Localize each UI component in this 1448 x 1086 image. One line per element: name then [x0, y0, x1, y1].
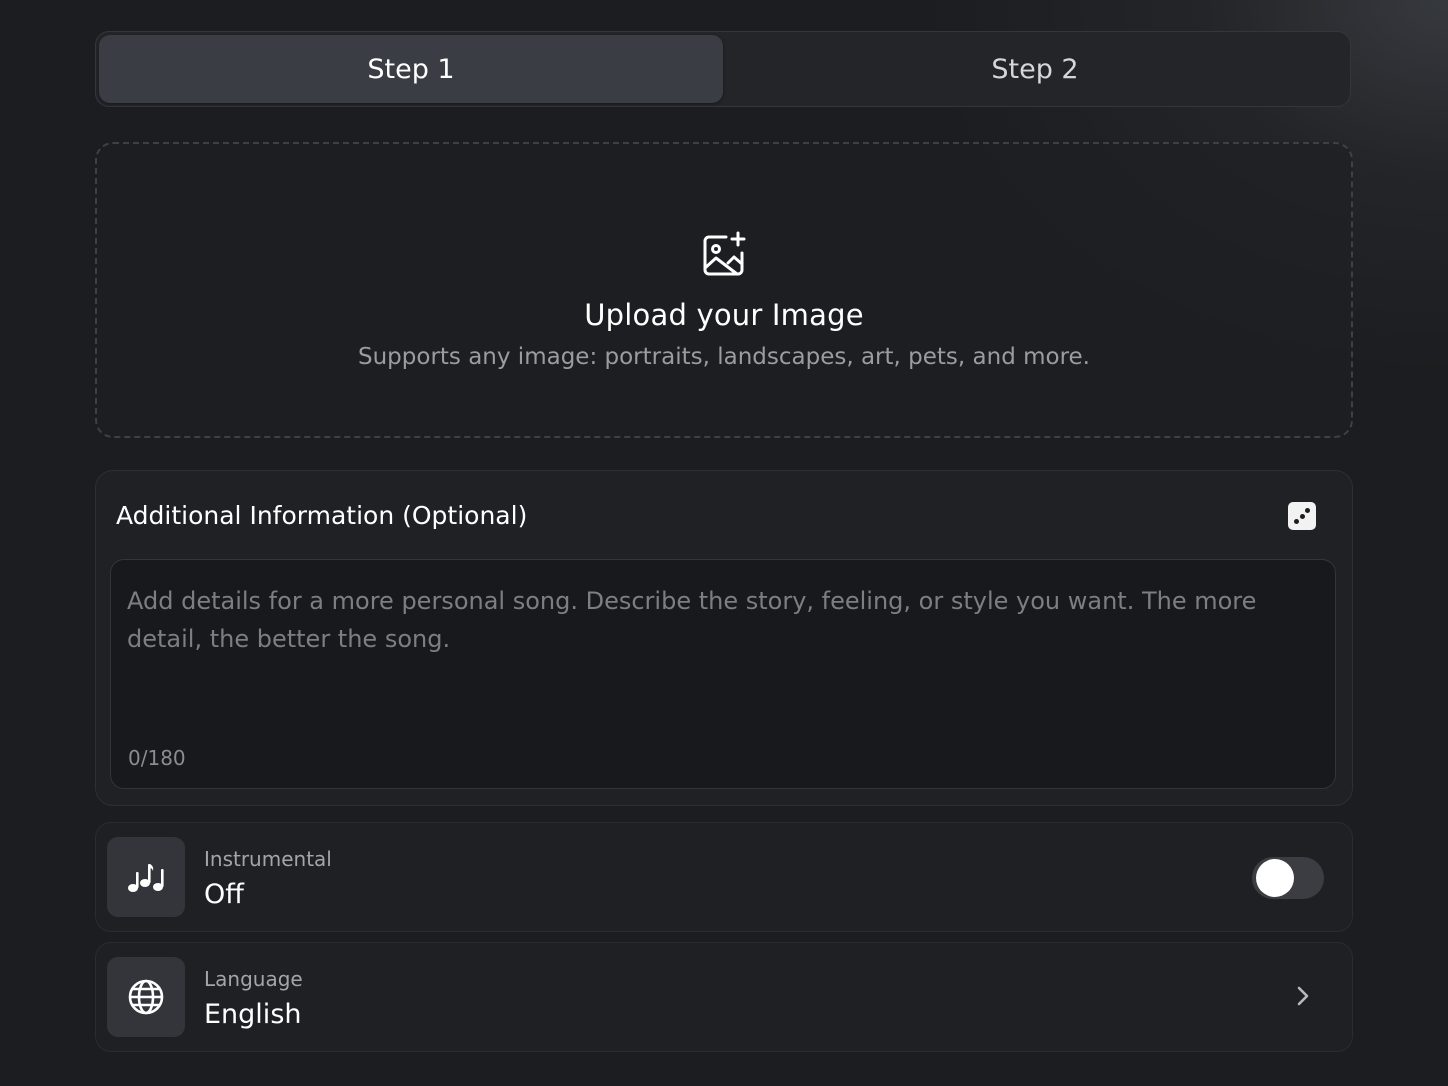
globe-icon	[128, 979, 164, 1015]
additional-info-title: Additional Information (Optional)	[116, 501, 528, 530]
instrumental-value: Off	[204, 879, 244, 910]
instrumental-toggle[interactable]	[1252, 857, 1324, 899]
language-icon-tile	[107, 957, 185, 1037]
image-upload-dropzone[interactable]: Upload your Image Supports any image: po…	[95, 142, 1353, 438]
chevron-right-icon	[1297, 986, 1309, 1006]
music-notes-icon	[128, 864, 164, 892]
instrumental-icon-tile	[107, 837, 185, 917]
toggle-knob	[1256, 859, 1294, 897]
language-label: Language	[204, 967, 303, 991]
instrumental-setting: Instrumental Off	[95, 822, 1353, 932]
character-counter: 0/180	[128, 746, 186, 770]
language-value: English	[204, 999, 302, 1030]
language-setting[interactable]: Language English	[95, 942, 1353, 1052]
additional-info-field: 0/180	[110, 559, 1336, 789]
additional-info-card: Additional Information (Optional) 0/180	[95, 470, 1353, 806]
step-tabs: Step 1 Step 2	[95, 31, 1351, 107]
instrumental-label: Instrumental	[204, 847, 332, 871]
image-plus-icon	[703, 231, 746, 276]
tab-step-2[interactable]: Step 2	[723, 35, 1347, 103]
upload-subtitle: Supports any image: portraits, landscape…	[358, 344, 1090, 370]
tab-step-1[interactable]: Step 1	[99, 35, 723, 103]
additional-info-textarea[interactable]	[127, 582, 1307, 722]
dice-icon[interactable]	[1288, 502, 1316, 530]
upload-title: Upload your Image	[584, 298, 864, 332]
